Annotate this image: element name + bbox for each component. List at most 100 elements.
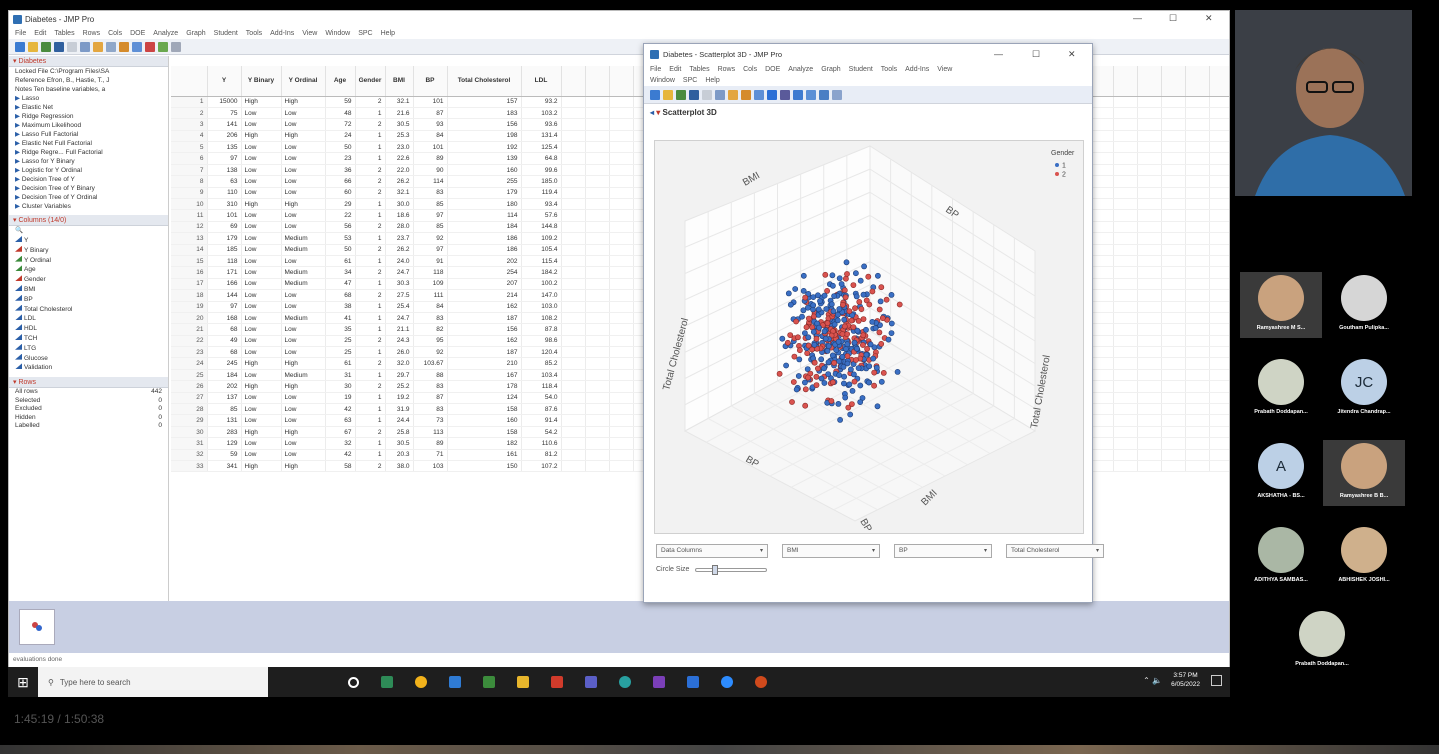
table-cell[interactable]: Low xyxy=(281,175,326,188)
table-cell[interactable]: 157 xyxy=(447,96,522,108)
outlook-icon[interactable] xyxy=(449,676,461,688)
empty-cell[interactable] xyxy=(1209,130,1229,143)
empty-cell[interactable] xyxy=(561,175,586,188)
table-cell[interactable]: 30.3 xyxy=(385,278,414,291)
empty-cell[interactable] xyxy=(1161,221,1186,234)
table-cell[interactable]: 214 xyxy=(447,289,522,302)
table-cell[interactable]: 35 xyxy=(325,323,356,336)
column-item[interactable]: Y Binary xyxy=(9,245,168,256)
table-cell[interactable]: 84 xyxy=(413,130,448,143)
table-cell[interactable]: 310 xyxy=(207,198,242,211)
table-cell[interactable]: 18.6 xyxy=(385,209,414,222)
empty-cell[interactable] xyxy=(1185,335,1210,348)
table-cell[interactable]: 118 xyxy=(207,255,242,268)
data-point[interactable] xyxy=(870,355,877,362)
data-point[interactable] xyxy=(865,379,872,386)
play-script-icon[interactable]: ▶ xyxy=(15,104,22,111)
table-cell[interactable]: 85.2 xyxy=(521,357,562,370)
data-point[interactable] xyxy=(790,379,797,385)
table-cell[interactable]: 1 xyxy=(355,198,386,211)
empty-cell[interactable] xyxy=(609,244,634,256)
table-cell[interactable]: 141 xyxy=(207,118,242,131)
table-script-item[interactable]: ▶ Elastic Net Full Factorial xyxy=(9,139,168,148)
table-cell[interactable]: 15000 xyxy=(207,96,242,108)
column-item[interactable]: HDL xyxy=(9,324,168,334)
table-cell[interactable]: 83 xyxy=(413,380,448,393)
empty-cell[interactable] xyxy=(1161,323,1186,336)
column-header[interactable]: Y xyxy=(207,66,242,97)
table-cell[interactable]: 179 xyxy=(207,232,242,245)
menu-item-window[interactable]: Window xyxy=(325,30,350,37)
table-cell[interactable]: 160 xyxy=(447,414,522,427)
play-script-icon[interactable]: ▶ xyxy=(15,131,22,138)
table-cell[interactable]: 161 xyxy=(447,449,522,462)
table-cell[interactable]: 185.0 xyxy=(521,175,562,188)
menu-item-analyze[interactable]: Analyze xyxy=(788,66,813,73)
column-item[interactable]: TCH xyxy=(9,333,168,344)
data-point[interactable] xyxy=(856,298,863,305)
table-cell[interactable]: 2 xyxy=(355,426,386,439)
empty-cell[interactable] xyxy=(1161,403,1186,416)
empty-cell[interactable] xyxy=(1137,187,1162,200)
table-cell[interactable]: 22 xyxy=(325,209,356,222)
data-point[interactable] xyxy=(800,287,807,294)
table-cell[interactable]: 95 xyxy=(413,335,448,348)
table-cell[interactable]: 119.4 xyxy=(521,187,562,200)
table-cell[interactable]: 66 xyxy=(325,175,356,188)
empty-cell[interactable] xyxy=(585,175,610,188)
table-cell[interactable]: 42 xyxy=(325,403,356,416)
data-point[interactable] xyxy=(816,324,822,331)
play-script-icon[interactable]: ▶ xyxy=(15,113,22,120)
table-cell[interactable]: Low xyxy=(281,164,326,177)
empty-cell[interactable] xyxy=(1185,323,1210,336)
empty-cell[interactable] xyxy=(585,244,610,256)
table-cell[interactable]: 103.2 xyxy=(521,107,562,120)
empty-cell[interactable] xyxy=(585,403,610,416)
empty-cell[interactable] xyxy=(585,323,610,336)
table-cell[interactable]: 32 xyxy=(325,437,356,450)
menu-item-graph[interactable]: Graph xyxy=(821,66,840,73)
empty-cell[interactable] xyxy=(1113,414,1138,427)
menu-item-tables[interactable]: Tables xyxy=(689,66,709,73)
scatterplot-3d-frame[interactable]: BMI BP Total Cholesterol Total Cholester… xyxy=(654,140,1084,534)
data-point[interactable] xyxy=(855,365,862,371)
empty-cell[interactable] xyxy=(1137,414,1162,427)
empty-cell[interactable] xyxy=(1161,130,1186,143)
empty-cell[interactable] xyxy=(1113,221,1138,234)
table-cell[interactable]: 1 xyxy=(355,369,386,382)
table-cell[interactable]: 171 xyxy=(207,266,242,279)
empty-cell[interactable] xyxy=(585,289,610,302)
empty-cell[interactable] xyxy=(1113,312,1138,325)
table-cell[interactable]: High xyxy=(241,96,282,108)
empty-cell[interactable] xyxy=(585,357,610,370)
data-point[interactable] xyxy=(822,335,829,342)
empty-cell[interactable] xyxy=(1113,301,1138,313)
data-point[interactable] xyxy=(873,364,880,371)
table-cell[interactable]: 88 xyxy=(413,369,448,382)
data-point[interactable] xyxy=(813,373,820,380)
table-cell[interactable]: 98.6 xyxy=(521,335,562,348)
data-point[interactable] xyxy=(869,288,876,295)
table-cell[interactable]: 101 xyxy=(413,96,448,108)
empty-cell[interactable] xyxy=(1137,460,1162,473)
table-cell[interactable]: 186 xyxy=(447,232,522,245)
empty-cell[interactable] xyxy=(1209,289,1229,302)
data-point[interactable] xyxy=(839,301,846,308)
table-cell[interactable]: Low xyxy=(281,346,326,359)
data-point[interactable] xyxy=(852,270,859,277)
table-cell[interactable]: 89 xyxy=(413,152,448,165)
menu-item-tools[interactable]: Tools xyxy=(881,66,897,73)
table-cell[interactable]: 156 xyxy=(447,323,522,336)
empty-cell[interactable] xyxy=(1137,164,1162,177)
empty-column-header[interactable] xyxy=(585,66,610,97)
legend-label-1[interactable]: 1 xyxy=(1062,163,1066,170)
table-cell[interactable]: 2 xyxy=(355,96,386,108)
table-cell[interactable]: Low xyxy=(241,232,282,245)
data-point[interactable] xyxy=(880,369,887,376)
empty-cell[interactable] xyxy=(1185,392,1210,405)
empty-cell[interactable] xyxy=(1113,426,1138,439)
empty-cell[interactable] xyxy=(561,96,586,108)
table-cell[interactable]: 24.3 xyxy=(385,335,414,348)
empty-cell[interactable] xyxy=(1113,278,1138,291)
row-number[interactable]: 23 xyxy=(171,346,208,359)
